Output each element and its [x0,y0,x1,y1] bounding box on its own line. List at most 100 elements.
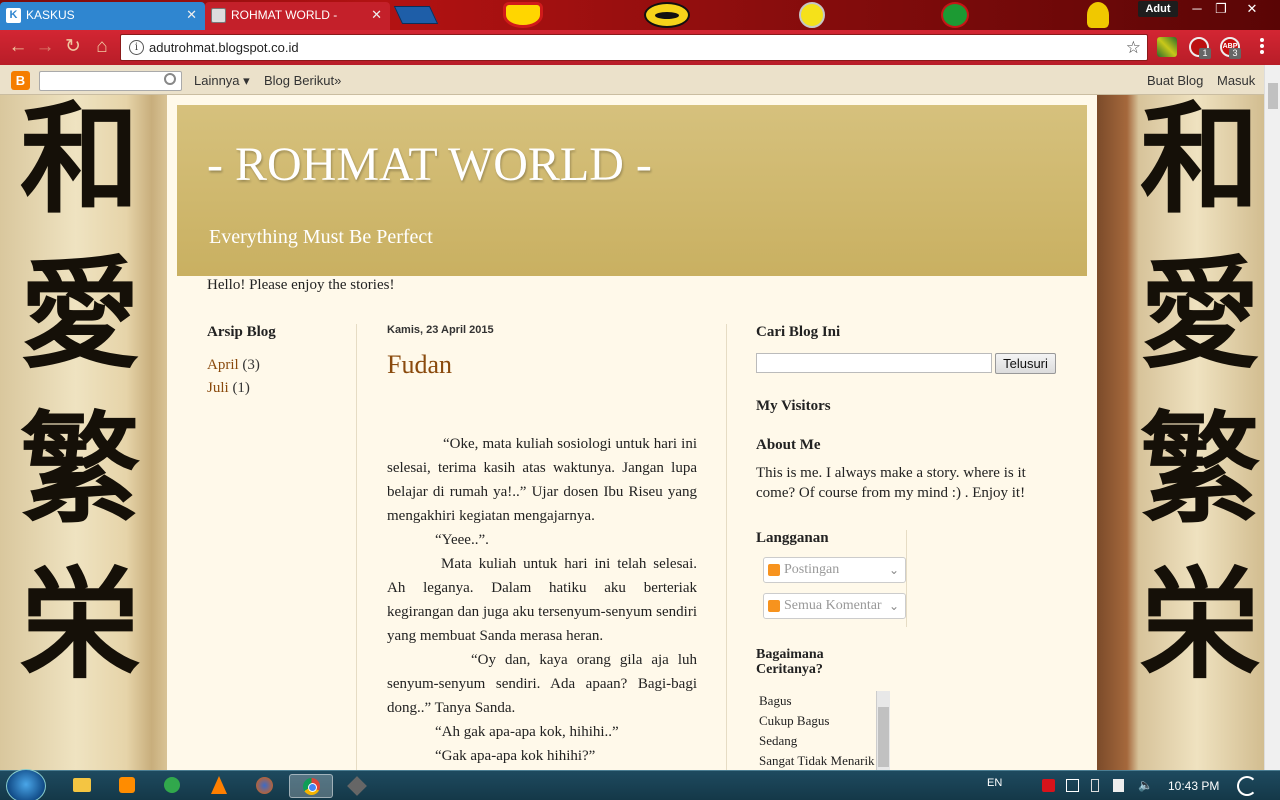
windows-taskbar: EN 🔈 10:43 PM [0,769,1280,800]
archive-list: April (3) Juli (1) [207,354,347,400]
chevron-down-icon: ⌄ [888,563,899,577]
extension-icon[interactable] [1157,37,1177,57]
background-kanji-left: 和 愛 繁 栄 [20,95,140,695]
blog-header: - ROHMAT WORLD - Everything Must Be Perf… [177,105,1087,276]
search-icon[interactable] [164,73,176,85]
green-app-icon[interactable] [153,774,191,798]
browser-toolbar: ← → ↻ ⌂ i adutrohmat.blogspot.co.id ☆ 1 … [0,30,1280,65]
post-column: Kamis, 23 April 2015 Fudan “Oke, mata ku… [387,324,697,768]
profile-button[interactable]: Adut [1138,1,1178,17]
address-bar[interactable]: i adutrohmat.blogspot.co.id ☆ [120,34,1148,61]
rss-icon [768,564,780,576]
search-heading: Cari Blog Ini [756,324,841,340]
blog-description: Everything Must Be Perfect [209,226,433,248]
archive-link-juli[interactable]: Juli [207,380,229,396]
abp-badge: 3 [1229,48,1241,59]
about-text: This is me. I always make a story. where… [756,465,1026,501]
close-tab-icon[interactable]: ✕ [186,2,197,28]
file-explorer-icon[interactable] [62,774,100,798]
column-divider [356,324,357,770]
url-text[interactable]: adutrohmat.blogspot.co.id [149,40,299,55]
new-tab-button[interactable] [393,6,439,24]
poll-scrollbar[interactable] [876,691,890,770]
aquaman-theme-icon [1087,2,1109,28]
language-indicator[interactable]: EN [987,777,1002,789]
poll-option[interactable]: Sangat Tidak Menarik [759,751,890,770]
blog-search-input[interactable] [756,353,992,373]
archive-count: (3) [242,357,260,373]
visitors-heading: My Visitors [756,398,831,414]
subscribe-heading: Langganan [756,530,829,546]
martian-theme-icon [941,2,969,28]
chrome-icon[interactable] [289,774,333,798]
scrollbar-thumb[interactable] [1268,83,1278,109]
feed-label: Semua Komentar [784,598,882,613]
vlc-icon[interactable] [199,774,237,798]
post-paragraph: “Gak apa-apa kok hihihi?” [435,748,596,764]
antivirus-tray-icon[interactable] [1042,779,1055,792]
poll-options: Bagus Cukup Bagus Sedang Sangat Tidak Me… [756,691,890,770]
create-blog-link[interactable]: Buat Blog [1147,73,1203,88]
navbar-search-input[interactable] [39,71,182,91]
night-mode-icon[interactable] [1237,776,1257,796]
column-divider [726,324,727,770]
archive-link-april[interactable]: April [207,357,239,373]
home-icon[interactable]: ⌂ [90,36,114,60]
archive-widget: Arsip Blog April (3) Juli (1) [207,324,347,400]
feed-posts-dropdown[interactable]: Postingan ⌄ [763,557,906,583]
post-paragraph: “Ah gak apa-apa kok, hihihi..” [435,724,619,740]
page-scrollbar[interactable] [1264,65,1280,770]
about-heading: About Me [756,437,821,453]
tab-title: KASKUS [26,8,75,22]
subscribe-widget: Langganan Postingan ⌄ Semua Komentar ⌄ [756,530,907,627]
back-arrow-icon[interactable]: ← [6,36,30,60]
clock[interactable]: 10:43 PM [1168,779,1219,793]
tab-kaskus[interactable]: K KASKUS ✕ [0,2,205,30]
superman-theme-icon [503,2,543,28]
minimize-icon[interactable]: ─ [1186,0,1208,18]
next-blog-link[interactable]: Blog Berikut» [264,73,341,88]
poll-heading: Bagaimana Ceritanya? [756,647,824,677]
info-icon[interactable]: i [129,40,144,55]
bookmark-star-icon[interactable]: ☆ [1126,38,1141,58]
blogger-navbar: B Lainnya ▾ Blog Berikut» Buat Blog Masu… [0,65,1264,95]
more-menu[interactable]: Lainnya ▾ [194,73,250,89]
tab-rohmat-world[interactable]: ROHMAT WORLD - ✕ [205,2,390,30]
blogger-logo-icon[interactable]: B [11,71,30,90]
firefox-icon[interactable] [245,774,283,798]
close-tab-icon[interactable]: ✕ [371,2,382,28]
tab-title: ROHMAT WORLD - [231,8,338,22]
start-button[interactable] [6,769,46,800]
blog-title[interactable]: - ROHMAT WORLD - [207,137,652,192]
sidebar: Cari Blog Ini Telusuri My Visitors About… [756,324,1066,770]
browser-menu-icon[interactable] [1255,38,1269,56]
archive-item: Juli (1) [207,377,347,400]
reload-icon[interactable]: ↻ [61,36,85,60]
volume-icon[interactable]: 🔈 [1138,779,1153,792]
poll-option[interactable]: Bagus [759,691,890,711]
post-title[interactable]: Fudan [387,350,697,380]
blog-favicon-icon [211,8,226,23]
page-viewport: 和 愛 繁 栄 和 愛 繁 栄 - ROHMAT WORLD - Everyth… [0,95,1264,770]
battery-tray-icon[interactable] [1091,779,1099,792]
action-center-icon[interactable] [1113,779,1124,792]
game-app-icon[interactable] [337,774,375,798]
close-window-icon[interactable]: ✕ [1241,0,1263,18]
feed-label: Postingan [784,562,840,577]
batman-theme-icon [644,2,690,28]
media-player-icon[interactable] [108,774,146,798]
background-kanji-right: 和 愛 繁 栄 [1140,95,1260,695]
blog-search: Telusuri [756,353,1066,377]
search-button[interactable]: Telusuri [995,353,1056,374]
ublock-badge: 1 [1199,48,1211,59]
archive-heading: Arsip Blog [207,324,276,340]
maximize-icon[interactable]: ❐ [1210,0,1232,18]
feed-comments-dropdown[interactable]: Semua Komentar ⌄ [763,593,906,619]
screen: { "browser": { "tabs": [ {"title": "KASK… [0,0,1280,800]
poll-option[interactable]: Sedang [759,731,890,751]
sign-in-link[interactable]: Masuk [1217,73,1255,88]
forward-arrow-icon[interactable]: → [33,36,57,60]
post-paragraph: “Oke, mata kuliah sosiologi untuk hari i… [387,436,697,524]
poll-option[interactable]: Cukup Bagus [759,711,890,731]
network-tray-icon[interactable] [1066,779,1079,792]
